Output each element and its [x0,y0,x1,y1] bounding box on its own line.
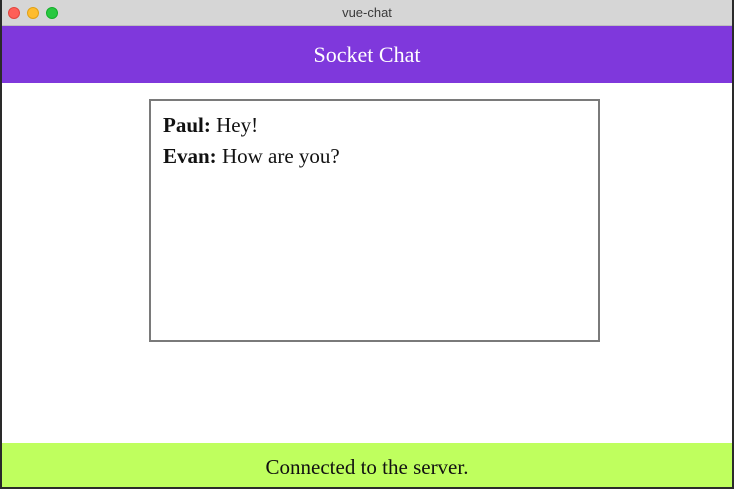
chat-message-list[interactable]: Paul: Hey! Evan: How are you? [149,99,600,342]
connection-status-bar: Connected to the server. [2,443,732,487]
chat-message: Evan: How are you? [163,144,586,169]
message-sender: Paul: [163,113,211,137]
window-titlebar: vue-chat [2,0,732,26]
connection-status-text: Connected to the server. [265,455,469,479]
app-header: Socket Chat [2,26,732,83]
page-title: Socket Chat [313,42,421,67]
chat-message: Paul: Hey! [163,113,586,138]
message-text: Hey! [210,113,259,137]
app-window: vue-chat Socket Chat Paul: Hey! Evan: Ho… [0,0,734,489]
message-text: How are you? [216,144,340,168]
window-title: vue-chat [342,5,392,20]
message-sender: Evan: [163,144,217,168]
